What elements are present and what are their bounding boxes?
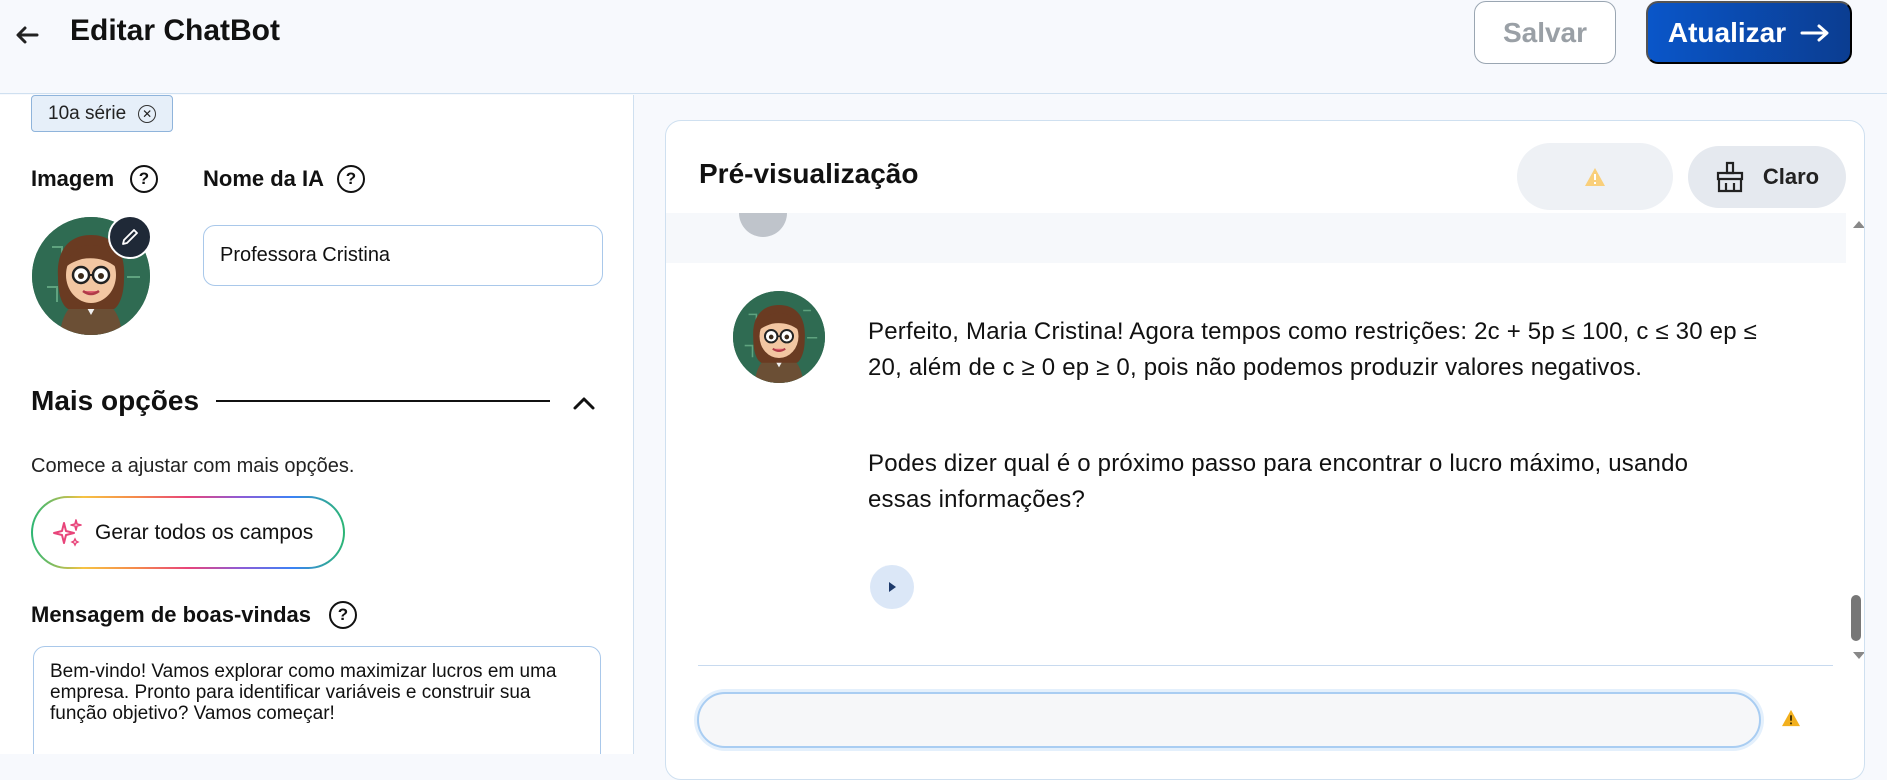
grade-tag-label: 10a série: [48, 102, 127, 124]
pencil-icon: [122, 229, 138, 245]
question-circle-icon[interactable]: ?: [337, 165, 365, 193]
more-options-hint: Comece a ajustar com mais opções.: [31, 455, 355, 477]
question-circle-icon[interactable]: ?: [130, 165, 158, 193]
edit-image-button[interactable]: [108, 215, 152, 259]
generate-all-fields-button[interactable]: Gerar todos os campos: [31, 496, 345, 569]
more-options-title: Mais opções: [31, 385, 200, 416]
back-button[interactable]: [12, 20, 42, 50]
scrollbar-thumb[interactable]: [1851, 595, 1861, 641]
generate-all-fields-label: Gerar todos os campos: [95, 520, 314, 544]
question-circle-icon[interactable]: ?: [329, 601, 357, 629]
chat-input[interactable]: [697, 692, 1761, 748]
broom-icon: [1716, 161, 1743, 193]
play-audio-button[interactable]: [870, 565, 914, 609]
preview-panel: Pré-visualização Claro Perfeito, Maria C…: [665, 120, 1865, 780]
bot-message-paragraph: Podes dizer qual é o próximo passo para …: [868, 450, 1689, 513]
top-bar: Editar ChatBot Salvar Atualizar: [0, 0, 1887, 94]
section-divider: [216, 400, 550, 402]
bot-message-paragraph: Perfeito, Maria Cristina! Agora tempos c…: [868, 318, 1757, 381]
play-icon: [889, 582, 896, 592]
previous-message: [666, 213, 1846, 263]
image-label: Imagem: [31, 166, 115, 191]
page-title: Editar ChatBot: [70, 14, 280, 47]
collapse-toggle[interactable]: [570, 389, 598, 417]
update-button[interactable]: Atualizar: [1646, 1, 1852, 64]
warning-button[interactable]: [1517, 143, 1673, 210]
sparkle-icon: [53, 518, 82, 547]
update-button-label: Atualizar: [1667, 16, 1787, 48]
close-circle-icon[interactable]: ✕: [138, 104, 157, 123]
save-button[interactable]: Salvar: [1474, 1, 1616, 64]
scroll-down-arrow[interactable]: [1852, 651, 1865, 661]
divider: [698, 665, 1833, 666]
ai-name-input[interactable]: [203, 225, 603, 286]
arrow-right-icon: [1800, 24, 1829, 41]
chevron-up-icon: [573, 397, 595, 410]
ai-name-label: Nome da IA: [203, 166, 325, 191]
theme-toggle-label: Claro: [1762, 164, 1820, 189]
grade-tag: 10a série ✕: [31, 95, 174, 132]
welcome-message-label: Mensagem de boas-vindas: [31, 602, 311, 627]
warning-icon: [1782, 709, 1800, 727]
scroll-up-arrow[interactable]: [1852, 219, 1865, 229]
preview-title: Pré-visualização: [699, 158, 919, 189]
welcome-message-field[interactable]: Bem-vindo! Vamos explorar como maximizar…: [33, 646, 601, 754]
avatar: [733, 291, 825, 383]
theme-toggle-button[interactable]: Claro: [1688, 146, 1846, 208]
warning-icon: [1585, 167, 1605, 186]
arrow-left-icon: [16, 26, 39, 44]
settings-panel: 10a série ✕ Imagem ? Nome da IA ? Mais o…: [0, 95, 634, 754]
